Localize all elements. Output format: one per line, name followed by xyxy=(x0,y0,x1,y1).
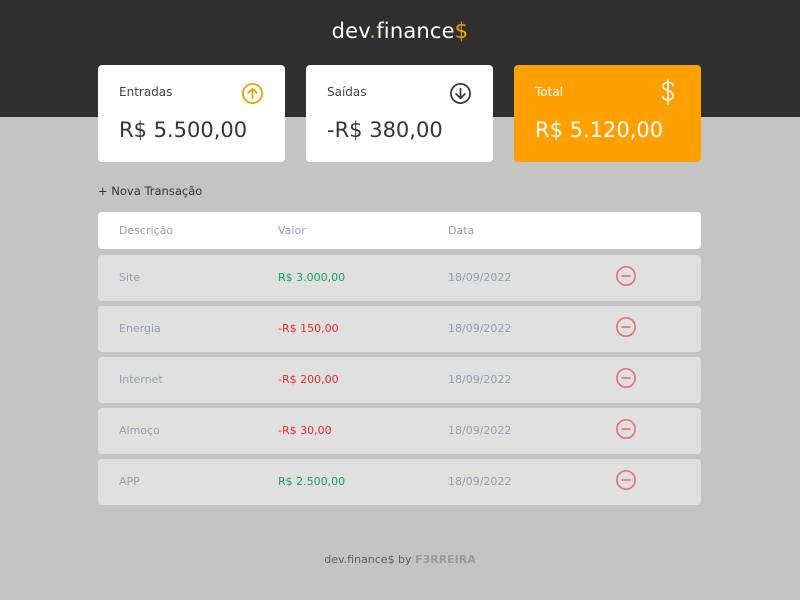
remove-transaction-icon[interactable] xyxy=(615,418,637,440)
row-value: R$ 3.000,00 xyxy=(278,271,346,284)
logo-dollar: $ xyxy=(454,19,469,43)
table-row: Almoço -R$ 30,00 18/09/2022 xyxy=(98,408,701,454)
expense-card-value: -R$ 380,00 xyxy=(327,118,443,142)
new-transaction-link[interactable]: + Nova Transação xyxy=(98,184,202,198)
expense-card-label: Saídas xyxy=(327,85,367,99)
total-card-value: R$ 5.120,00 xyxy=(535,118,664,142)
expense-card: Saídas -R$ 380,00 xyxy=(306,65,493,162)
footer-author: F3RREIRA xyxy=(415,553,476,566)
arrow-up-circle-icon xyxy=(242,83,263,104)
total-card: Total R$ 5.120,00 xyxy=(514,65,701,162)
row-date: 18/09/2022 xyxy=(448,322,512,335)
income-card-value: R$ 5.500,00 xyxy=(119,118,248,142)
dollar-sign-icon xyxy=(662,79,674,105)
table-header: Descrição Valor Data xyxy=(98,212,701,249)
total-card-label: Total xyxy=(535,85,564,99)
row-value: -R$ 200,00 xyxy=(278,373,339,386)
remove-transaction-icon[interactable] xyxy=(615,469,637,491)
row-value: -R$ 150,00 xyxy=(278,322,339,335)
row-description: Almoço xyxy=(119,424,160,437)
row-date: 18/09/2022 xyxy=(448,475,512,488)
remove-transaction-icon[interactable] xyxy=(615,265,637,287)
row-date: 18/09/2022 xyxy=(448,424,512,437)
income-card: Entradas R$ 5.500,00 xyxy=(98,65,285,162)
logo-part-dev: dev xyxy=(331,19,370,43)
remove-transaction-icon[interactable] xyxy=(615,367,637,389)
row-description: Internet xyxy=(119,373,163,386)
row-description: APP xyxy=(119,475,140,488)
footer-text: dev.finance$ by xyxy=(324,553,412,566)
app-logo: dev.finance$ xyxy=(0,19,800,43)
row-description: Site xyxy=(119,271,141,284)
row-value: -R$ 30,00 xyxy=(278,424,332,437)
row-date: 18/09/2022 xyxy=(448,271,512,284)
table-row: Energia -R$ 150,00 18/09/2022 xyxy=(98,306,701,352)
header-date: Data xyxy=(448,224,475,237)
table-row: Internet -R$ 200,00 18/09/2022 xyxy=(98,357,701,403)
row-description: Energia xyxy=(119,322,161,335)
table-row: Site R$ 3.000,00 18/09/2022 xyxy=(98,255,701,301)
header-value: Valor xyxy=(278,224,306,237)
header-description: Descrição xyxy=(119,224,174,237)
logo-part-finance: finance xyxy=(376,19,455,43)
arrow-down-circle-icon xyxy=(450,83,471,104)
row-date: 18/09/2022 xyxy=(448,373,512,386)
row-value: R$ 2.500,00 xyxy=(278,475,346,488)
income-card-label: Entradas xyxy=(119,85,173,99)
footer: dev.finance$ by F3RREIRA xyxy=(0,553,800,566)
table-row: APP R$ 2.500,00 18/09/2022 xyxy=(98,459,701,505)
remove-transaction-icon[interactable] xyxy=(615,316,637,338)
